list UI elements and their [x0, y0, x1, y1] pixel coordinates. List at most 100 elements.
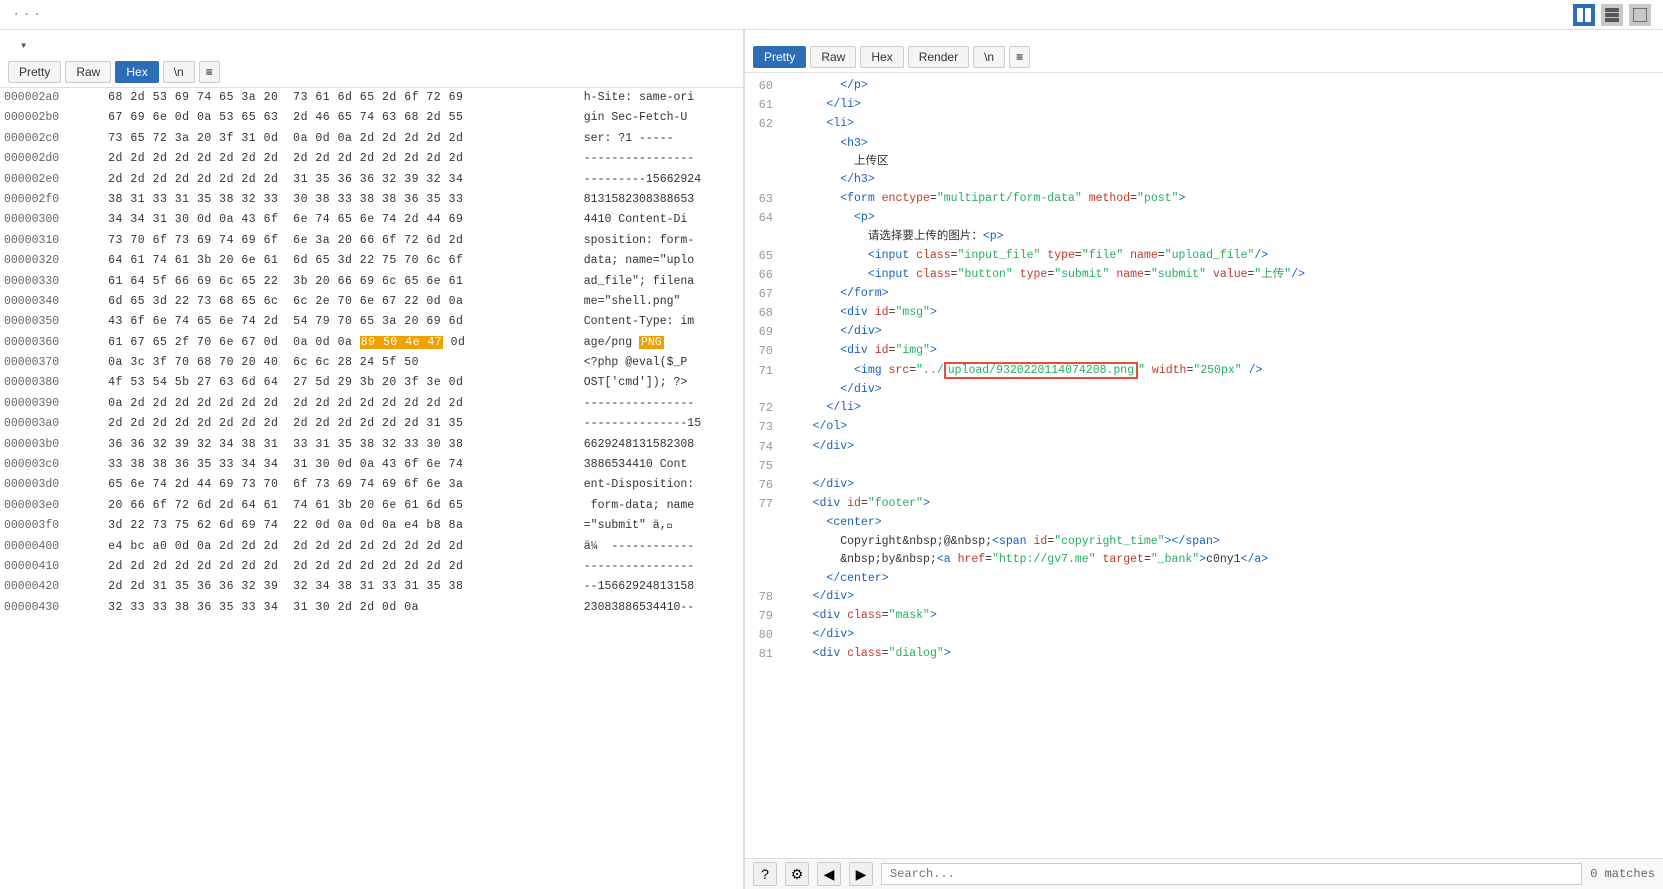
left-panel-chevron[interactable]: ▾ [20, 38, 27, 53]
line-number: 67 [745, 285, 785, 304]
tab-hex-right[interactable]: Hex [860, 46, 903, 68]
tab-render-right[interactable]: Render [908, 46, 969, 68]
line-content: </li> [785, 399, 1663, 417]
tab-newline-left[interactable]: \n [163, 61, 195, 83]
column-view-button[interactable] [1601, 4, 1623, 26]
code-line: 请选择要上传的图片：<p> [745, 228, 1663, 246]
hex-bytes: 0a 2d 2d 2d 2d 2d 2d 2d 2d 2d 2d 2d 2d 2… [104, 394, 580, 414]
hex-address: 000002a0 [0, 88, 104, 108]
table-row: 000004202d 2d 31 35 36 36 32 39 32 34 38… [0, 577, 743, 597]
tab-newline-right[interactable]: \n [973, 46, 1005, 68]
table-row: 0000030034 34 31 30 0d 0a 43 6f 6e 74 65… [0, 210, 743, 230]
help-button[interactable]: ? [753, 862, 777, 886]
tab-hex-left[interactable]: Hex [115, 61, 158, 83]
hex-ascii: ---------------- [580, 149, 743, 169]
hex-ascii: 3886534410 Cont [580, 455, 743, 475]
right-panel-body: 60 </p>61 </li>62 <li> <h3> 上传区 </h3>63 … [745, 73, 1663, 858]
forward-button[interactable]: ▶ [849, 862, 873, 886]
back-button[interactable]: ◀ [817, 862, 841, 886]
full-view-button[interactable] [1629, 4, 1651, 26]
code-line: 上传区 [745, 153, 1663, 171]
hex-address: 00000350 [0, 312, 104, 332]
hex-ascii: me="shell.png" [580, 292, 743, 312]
hex-bytes: 36 36 32 39 32 34 38 31 33 31 35 38 32 3… [104, 435, 580, 455]
line-content: </h3> [785, 171, 1663, 189]
hex-ascii: ---------15662924 [580, 170, 743, 190]
right-toolbar: Pretty Raw Hex Render \n ≡ [745, 42, 1663, 73]
code-line: </div> [745, 381, 1663, 399]
hex-bytes: 2d 2d 31 35 36 36 32 39 32 34 38 31 33 3… [104, 577, 580, 597]
hex-address: 00000420 [0, 577, 104, 597]
hex-address: 00000370 [0, 353, 104, 373]
code-line: 70 <div id="img"> [745, 342, 1663, 361]
table-row: 000002b067 69 6e 0d 0a 53 65 63 2d 46 65… [0, 108, 743, 128]
hex-bytes: e4 bc a0 0d 0a 2d 2d 2d 2d 2d 2d 2d 2d 2… [104, 537, 580, 557]
hex-bytes: 43 6f 6e 74 65 6e 74 2d 54 79 70 65 3a 2… [104, 312, 580, 332]
hex-ascii: --15662924813158 [580, 577, 743, 597]
line-content: <div id="img"> [785, 342, 1663, 360]
code-view: 60 </p>61 </li>62 <li> <h3> 上传区 </h3>63 … [745, 73, 1663, 669]
hex-address: 00000320 [0, 251, 104, 271]
line-content: <form enctype="multipart/form-data" meth… [785, 190, 1663, 208]
drag-handle: ··· [12, 7, 43, 23]
hex-address: 00000330 [0, 272, 104, 292]
top-bar: ··· [0, 0, 1663, 30]
line-content: 上传区 [785, 153, 1663, 171]
menu-icon-right[interactable]: ≡ [1009, 46, 1030, 68]
line-number: 64 [745, 209, 785, 228]
split-view-button[interactable] [1573, 4, 1595, 26]
line-content: <h3> [785, 135, 1663, 153]
line-content: </div> [785, 323, 1663, 341]
settings-button[interactable]: ⚙ [785, 862, 809, 886]
line-content: <input class="button" type="submit" name… [785, 266, 1663, 284]
hex-bytes: 2d 2d 2d 2d 2d 2d 2d 2d 2d 2d 2d 2d 2d 2… [104, 414, 580, 434]
left-toolbar: Pretty Raw Hex \n ≡ [0, 57, 743, 88]
table-row: 000003d065 6e 74 2d 44 69 73 70 6f 73 69… [0, 475, 743, 495]
line-content: <center> [785, 514, 1663, 532]
line-content: </div> [785, 476, 1663, 494]
table-row: 000003c033 38 38 36 35 33 34 34 31 30 0d… [0, 455, 743, 475]
hex-address: 00000400 [0, 537, 104, 557]
line-content: </center> [785, 570, 1663, 588]
line-content: </div> [785, 381, 1663, 399]
code-line: </center> [745, 570, 1663, 588]
table-row: 000002c073 65 72 3a 20 3f 31 0d 0a 0d 0a… [0, 129, 743, 149]
code-line: 69 </div> [745, 323, 1663, 342]
code-line: 65 <input class="input_file" type="file"… [745, 247, 1663, 266]
tab-raw-right[interactable]: Raw [810, 46, 856, 68]
tab-raw-left[interactable]: Raw [65, 61, 111, 83]
code-line: 72 </li> [745, 399, 1663, 418]
hex-bytes: 6d 65 3d 22 73 68 65 6c 6c 2e 70 6e 67 2… [104, 292, 580, 312]
search-input[interactable] [881, 863, 1582, 885]
hex-bytes: 38 31 33 31 35 38 32 33 30 38 33 38 38 3… [104, 190, 580, 210]
tab-pretty-right[interactable]: Pretty [753, 46, 806, 68]
hex-address: 000003b0 [0, 435, 104, 455]
hex-ascii: sposition: form- [580, 231, 743, 251]
code-line: 74 </div> [745, 438, 1663, 457]
code-line: 80 </div> [745, 626, 1663, 645]
main-container: ▾ Pretty Raw Hex \n ≡ 000002a068 2d 53 6… [0, 30, 1663, 889]
right-panel-header [745, 30, 1663, 42]
hex-bytes: 67 69 6e 0d 0a 53 65 63 2d 46 65 74 63 6… [104, 108, 580, 128]
hex-address: 000002f0 [0, 190, 104, 210]
hex-highlight: 89 50 4e 47 [360, 336, 443, 349]
line-number: 75 [745, 457, 785, 476]
left-panel-body: 000002a068 2d 53 69 74 65 3a 20 73 61 6d… [0, 88, 743, 889]
menu-icon-left[interactable]: ≡ [199, 61, 220, 83]
table-row: 000002f038 31 33 31 35 38 32 33 30 38 33… [0, 190, 743, 210]
hex-bytes: 68 2d 53 69 74 65 3a 20 73 61 6d 65 2d 6… [104, 88, 580, 108]
hex-address: 000002e0 [0, 170, 104, 190]
table-row: 000003900a 2d 2d 2d 2d 2d 2d 2d 2d 2d 2d… [0, 394, 743, 414]
line-content: </div> [785, 438, 1663, 456]
table-row: 000003406d 65 3d 22 73 68 65 6c 6c 2e 70… [0, 292, 743, 312]
line-content: <div class="dialog"> [785, 645, 1663, 663]
hex-address: 00000360 [0, 333, 104, 353]
hex-bytes: 73 65 72 3a 20 3f 31 0d 0a 0d 0a 2d 2d 2… [104, 129, 580, 149]
table-row: 000003a02d 2d 2d 2d 2d 2d 2d 2d 2d 2d 2d… [0, 414, 743, 434]
hex-address: 000002c0 [0, 129, 104, 149]
code-line: 62 <li> [745, 115, 1663, 134]
line-number: 77 [745, 495, 785, 514]
tab-pretty-left[interactable]: Pretty [8, 61, 61, 83]
hex-bytes: 73 70 6f 73 69 74 69 6f 6e 3a 20 66 6f 7… [104, 231, 580, 251]
code-line: </h3> [745, 171, 1663, 189]
